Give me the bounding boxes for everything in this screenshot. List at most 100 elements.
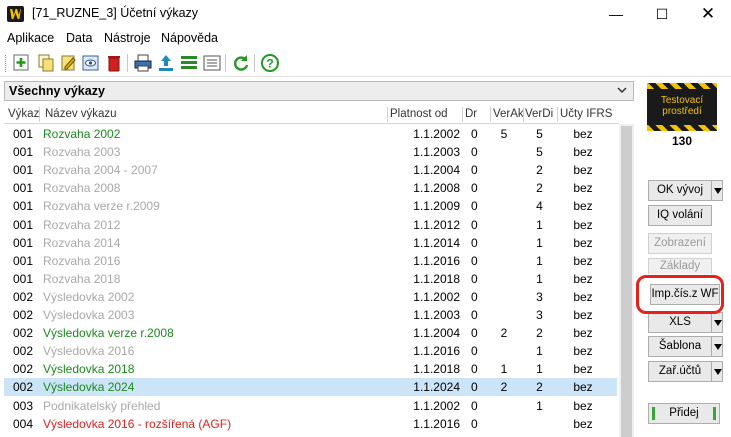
toolbar-separator [254, 54, 255, 72]
table-row[interactable]: 001 Rozvaha 2003 1.1.2003 0 5 bez [4, 143, 617, 161]
column-separator[interactable] [462, 107, 463, 122]
zobrazeni-button[interactable]: Zobrazení [648, 233, 712, 254]
row-name: Výsledovka 2016 [43, 344, 135, 359]
row-dr: 0 [471, 362, 478, 377]
column-header-vykaz[interactable]: Výkaz [8, 108, 39, 120]
row-ifrs: bez [573, 344, 593, 359]
delete-icon[interactable] [104, 53, 124, 73]
ok-vyvoj-dropdown-icon[interactable] [711, 180, 723, 201]
column-header-platnost[interactable]: Platnost od [390, 108, 462, 120]
row-verdi: 2 [536, 326, 543, 341]
export-icon[interactable] [156, 53, 176, 73]
row-ifrs: bez [573, 217, 593, 232]
table-row[interactable]: 001 Rozvaha 2018 1.1.2018 0 1 bez [4, 270, 617, 288]
row-date: 1.1.2016 [413, 416, 460, 431]
copy-icon[interactable] [36, 53, 56, 73]
column-separator[interactable] [387, 107, 388, 122]
minimize-button[interactable]: — [593, 0, 639, 28]
table-row[interactable]: 001 Rozvaha 2002 1.1.2002 0 5 5 bez [4, 125, 617, 143]
sablona-button[interactable]: Šablona [648, 336, 712, 357]
row-code: 001 [13, 163, 34, 178]
row-name: Výsledovka 2018 [43, 362, 135, 377]
table-row[interactable]: 002 Výsledovka 2003 1.1.2003 0 3 bez [4, 306, 617, 324]
row-ifrs: bez [573, 181, 593, 196]
zarazeni-uctu-button[interactable]: Zař.účtů [648, 361, 712, 382]
menu-napoveda[interactable]: Nápověda [161, 31, 218, 45]
panel-title: Všechny výkazy [9, 84, 105, 98]
table-row[interactable]: 001 Rozvaha 2012 1.1.2012 0 1 bez [4, 216, 617, 234]
table-row[interactable]: 003 Podnikatelský přehled 1.1.2002 0 1 bez [4, 397, 617, 415]
column-separator[interactable] [557, 107, 558, 122]
reports-table: Výkaz Název výkazu Platnost od Dr VerAk … [4, 105, 634, 437]
properties-icon[interactable] [202, 53, 222, 73]
row-name: Rozvaha 2018 [43, 271, 121, 286]
row-ifrs: bez [573, 326, 593, 341]
table-row-selected[interactable]: 002 Výsledovka 2024 1.1.2024 0 2 2 bez [4, 378, 617, 397]
column-separator[interactable] [490, 107, 491, 122]
print-icon[interactable] [133, 53, 153, 73]
table-row[interactable]: 004 Výsledovka 2016 - rozšířená (AGF) 1.1.… [4, 415, 617, 433]
menu-nastroje[interactable]: Nástroje [104, 31, 151, 45]
row-date: 1.1.2004 [413, 326, 460, 341]
zarazeni-uctu-dropdown-icon[interactable] [711, 361, 723, 382]
menu-data[interactable]: Data [66, 31, 92, 45]
close-button[interactable]: ✕ [685, 0, 731, 28]
table-row[interactable]: 001 Rozvaha verze r.2009 1.1.2009 0 4 bez [4, 197, 617, 215]
iq-volani-button[interactable]: IQ volání [648, 205, 712, 226]
table-row[interactable]: 002 Výsledovka 2018 1.1.2018 0 1 1 bez [4, 360, 617, 378]
add-icon[interactable] [12, 53, 32, 73]
scrollbar-thumb[interactable] [621, 126, 632, 437]
pridej-button[interactable]: Přidej [648, 403, 720, 424]
column-header-verak[interactable]: VerAk [493, 108, 523, 120]
row-verdi: 2 [536, 163, 543, 178]
table-row[interactable]: 001 Rozvaha 2008 1.1.2008 0 2 bez [4, 179, 617, 197]
table-row[interactable]: 002 Výsledovka verze r.2008 1.1.2004 0 2 2 bez [4, 324, 617, 342]
table-row[interactable]: 001 Rozvaha 2004 - 2007 1.1.2004 0 2 bez [4, 161, 617, 179]
row-ifrs: bez [573, 145, 593, 160]
row-dr: 0 [471, 380, 478, 395]
column-header-verdi[interactable]: VerDi [525, 108, 555, 120]
record-count: 130 [671, 134, 693, 148]
maximize-button[interactable]: ☐ [639, 0, 685, 28]
row-name: Rozvaha 2012 [43, 217, 121, 232]
row-date: 1.1.2016 [413, 344, 460, 359]
row-code: 001 [13, 253, 34, 268]
row-code: 002 [13, 380, 34, 395]
row-ifrs: bez [573, 308, 593, 322]
refresh-icon[interactable] [231, 53, 251, 73]
view-icon[interactable] [81, 53, 101, 73]
menu-aplikace[interactable]: Aplikace [7, 31, 54, 45]
table-row[interactable]: 002 Výsledovka 2002 1.1.2002 0 3 bez [4, 288, 617, 306]
column-header-nazev[interactable]: Název výkazu [45, 108, 385, 120]
vertical-scrollbar[interactable] [619, 124, 634, 437]
window-title: [71_RUZNE_3] Účetní výkazy [32, 6, 199, 20]
edit-icon[interactable] [59, 53, 79, 73]
table-row[interactable]: 002 Výsledovka 2016 1.1.2016 0 1 bez [4, 342, 617, 360]
table-row[interactable]: 001 Rozvaha 2014 1.1.2014 0 1 bez [4, 234, 617, 252]
column-header-dr[interactable]: Dr [465, 108, 487, 120]
row-date: 1.1.2003 [413, 308, 460, 322]
help-icon[interactable]: ? [260, 53, 280, 73]
xls-button[interactable]: XLS [648, 312, 712, 333]
list-icon[interactable] [179, 53, 199, 73]
chevron-down-icon[interactable] [615, 83, 629, 97]
row-name: Rozvaha 2003 [43, 145, 121, 160]
row-dr: 0 [471, 344, 478, 359]
svg-text:?: ? [266, 57, 273, 71]
environment-label: Testovací prostředí [660, 95, 704, 117]
column-header-ucty-ifrs[interactable]: Účty IFRS [560, 108, 614, 120]
table-row[interactable]: 001 Rozvaha 2016 1.1.2016 0 1 bez [4, 252, 617, 270]
zaklady-button[interactable]: Základy [648, 258, 712, 274]
row-verdi: 3 [536, 308, 543, 322]
sablona-dropdown-icon[interactable] [711, 336, 723, 357]
report-filter-header[interactable]: Všechny výkazy [4, 81, 634, 101]
xls-dropdown-icon[interactable] [711, 312, 723, 333]
row-code: 004 [13, 416, 34, 431]
column-separator[interactable] [523, 107, 524, 122]
column-separator[interactable] [39, 107, 40, 122]
row-code: 002 [13, 344, 34, 359]
row-code: 001 [13, 145, 34, 160]
toolbar-grip[interactable] [5, 55, 8, 72]
row-ifrs: bez [573, 398, 593, 413]
ok-vyvoj-button[interactable]: OK vývoj [648, 180, 712, 201]
